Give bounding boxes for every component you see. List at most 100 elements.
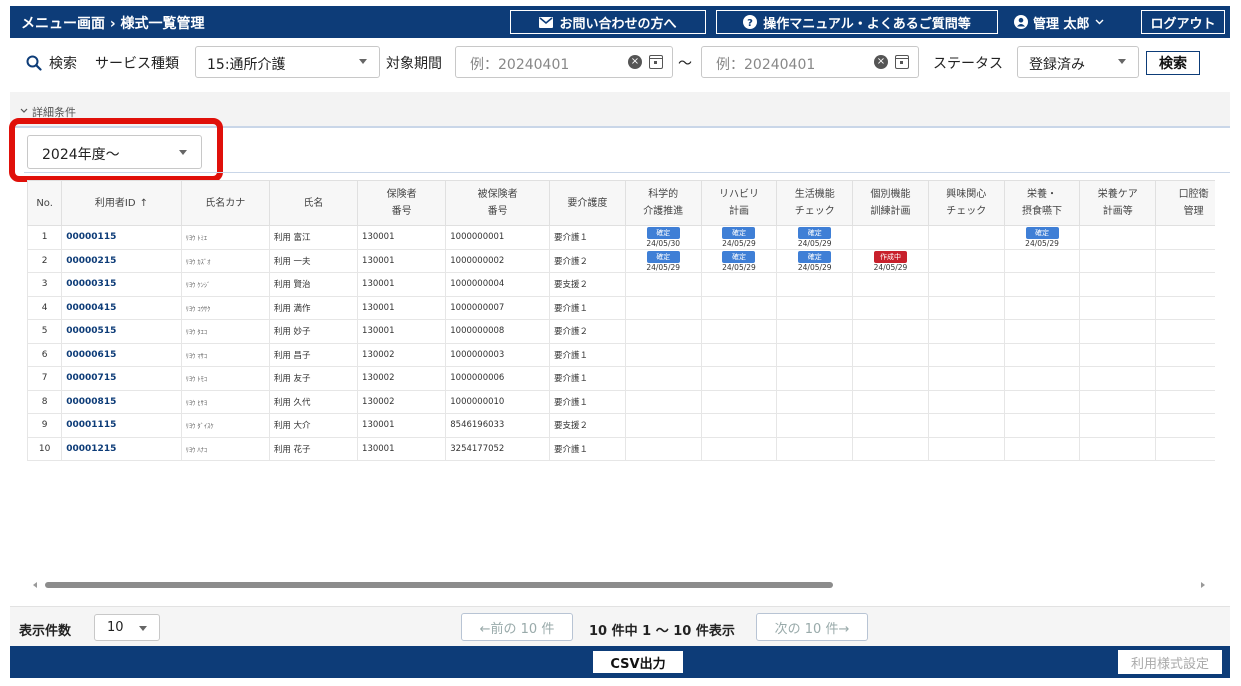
breadcrumb[interactable]: メニュー画面 › 様式一覧管理	[21, 13, 205, 33]
user-menu[interactable]: 管理 太郎	[1014, 10, 1104, 34]
date-to-input[interactable]: 例：20240401 ×	[701, 46, 919, 78]
cell-user-id-link[interactable]: 00000415	[61, 295, 182, 320]
service-type-select[interactable]: 15:通所介護	[195, 46, 380, 78]
cell-oral-care	[1155, 366, 1215, 391]
table-row[interactable]: 8 00000815 ﾘﾖｳ ﾋｻﾖ 利用 久代 130002 1000000010 要介護…	[27, 389, 1215, 414]
cell-insurer-number: 130001	[357, 319, 447, 344]
col-header-name: 氏名	[268, 180, 359, 226]
cell-oral-care	[1155, 389, 1215, 414]
cell-user-id-link[interactable]: 00000815	[61, 389, 182, 414]
cell-user-id-link[interactable]: 00000115	[61, 225, 182, 250]
cell-care-level: 要介護１	[549, 342, 626, 367]
status-badge[interactable]: 確定	[798, 227, 832, 240]
prev-page-button[interactable]: ←前の 10 件	[461, 613, 573, 641]
cell-insured-number: 1000000010	[445, 389, 551, 414]
cell-nutrition-swallow: 確定 24/05/29	[1003, 225, 1081, 250]
table-row[interactable]: 4 00000415 ﾘﾖｳ ｺｳｻｸ 利用 満作 130001 1000000007 要介…	[27, 295, 1215, 320]
clear-icon[interactable]: ×	[628, 55, 642, 69]
contact-button[interactable]: お問い合わせの方へ	[510, 10, 706, 34]
cell-user-id-link[interactable]: 00000615	[61, 342, 182, 367]
cell-nutrition-care	[1079, 389, 1157, 414]
cell-nutrition-swallow	[1003, 319, 1081, 344]
cell-name: 利用 満作	[268, 295, 359, 320]
cell-name: 利用 友子	[268, 366, 359, 391]
chevron-down-icon	[20, 108, 28, 113]
pagination-bar: 表示件数 10 ←前の 10 件 10 件中 1 ～ 10 件表示 次の 10 …	[10, 606, 1230, 646]
clear-icon[interactable]: ×	[874, 55, 888, 69]
period-tilde: ～	[678, 56, 692, 72]
cell-rehab-plan	[700, 342, 778, 367]
cell-care-level: 要介護１	[549, 295, 626, 320]
table-row[interactable]: 9 00001115 ﾘﾖｳ ﾀﾞｲｽｹ 利用 大介 130001 8546196033 要…	[27, 413, 1215, 438]
scrollbar-thumb[interactable]	[45, 582, 833, 588]
calendar-icon[interactable]	[649, 55, 663, 69]
cell-oral-care	[1155, 248, 1215, 273]
col-header-user-id[interactable]: 利用者ID ↑	[61, 180, 182, 226]
cell-kana: ﾘﾖｳ ﾋｻﾖ	[180, 389, 270, 414]
manual-label: 操作マニュアル・よくあるご質問等	[763, 16, 971, 32]
table-row[interactable]: 3 00000315 ﾘﾖｳ ｹﾝｼﾞ 利用 賢治 130001 1000000004 要支…	[27, 272, 1215, 297]
cell-nutrition-care	[1079, 272, 1157, 297]
csv-export-button[interactable]: CSV出力	[592, 650, 684, 674]
cell-name: 利用 花子	[268, 436, 359, 461]
col-header-insurer: 保険者 番号	[357, 180, 447, 226]
status-badge[interactable]: 確定	[798, 250, 832, 263]
cell-care-level: 要介護１	[549, 389, 626, 414]
scroll-right-icon[interactable]	[1201, 582, 1205, 588]
forms-table-container[interactable]: No. 利用者ID ↑ 氏名カナ 氏名 保険者 番号 被保険者 番号 要介護度 科…	[27, 180, 1215, 576]
user-name: 管理 太郎	[1033, 16, 1090, 32]
scroll-left-icon[interactable]	[33, 582, 37, 588]
horizontal-scrollbar[interactable]	[27, 578, 1215, 592]
cell-user-id-link[interactable]: 00000315	[61, 272, 182, 297]
status-badge[interactable]: 確定	[722, 250, 756, 263]
table-row[interactable]: 1 00000115 ﾘﾖｳ ﾄﾐｴ 利用 富江 130001 1000000001 要介護…	[27, 225, 1215, 250]
table-row[interactable]: 5 00000515 ﾘﾖｳ ﾀｴｺ 利用 妙子 130001 1000000008 要介護…	[27, 319, 1215, 344]
status-badge[interactable]: 確定	[646, 227, 680, 240]
table-header-row: No. 利用者ID ↑ 氏名カナ 氏名 保険者 番号 被保険者 番号 要介護度 科…	[27, 180, 1215, 226]
divider	[24, 172, 1230, 173]
cell-life-check	[776, 366, 854, 391]
manual-button[interactable]: ? 操作マニュアル・よくあるご質問等	[716, 10, 998, 34]
cell-user-id-link[interactable]: 00000715	[61, 366, 182, 391]
table-row[interactable]: 7 00000715 ﾘﾖｳ ﾄﾓｺ 利用 友子 130002 1000000006 要介護…	[27, 366, 1215, 391]
cell-rehab-plan	[700, 413, 778, 438]
logout-button[interactable]: ログアウト	[1141, 10, 1225, 34]
cell-life-check	[776, 272, 854, 297]
cell-no: 4	[27, 295, 63, 320]
table-row[interactable]: 2 00000215 ﾘﾖｳ ｶｽﾞｵ 利用 一夫 130001 1000000002 要介…	[27, 248, 1215, 273]
cell-oral-care	[1155, 342, 1215, 367]
cell-nutrition-swallow	[1003, 366, 1081, 391]
col-header-individual-training: 個別機能 訓練計画	[852, 180, 929, 226]
cell-kana: ﾘﾖｳ ﾊﾅｺ	[180, 436, 270, 461]
status-badge[interactable]: 確定	[1025, 227, 1059, 240]
status-badge[interactable]: 確定	[646, 250, 680, 263]
cell-name: 利用 久代	[268, 389, 359, 414]
status-select[interactable]: 登録済み	[1017, 46, 1139, 78]
form-settings-button[interactable]: 利用様式設定	[1118, 650, 1222, 674]
cell-rehab-plan	[700, 295, 778, 320]
table-row[interactable]: 10 00001215 ﾘﾖｳ ﾊﾅｺ 利用 花子 130001 3254177052 要介…	[27, 436, 1215, 461]
cell-user-id-link[interactable]: 00000515	[61, 319, 182, 344]
cell-insured-number: 1000000008	[445, 319, 551, 344]
status-badge[interactable]: 作成中	[873, 250, 907, 263]
cell-rehab-plan	[700, 319, 778, 344]
search-button[interactable]: 検索	[1146, 51, 1200, 75]
cell-user-id-link[interactable]: 00001115	[61, 413, 182, 438]
cell-life-check	[776, 342, 854, 367]
status-date: 24/05/29	[722, 239, 756, 249]
next-page-button[interactable]: 次の 10 件→	[756, 613, 868, 641]
col-header-nutrition-care: 栄養ケア 計画等	[1079, 180, 1157, 226]
cell-user-id-link[interactable]: 00001215	[61, 436, 182, 461]
chevron-down-icon	[359, 59, 367, 64]
cell-science-care	[624, 413, 702, 438]
table-row[interactable]: 6 00000615 ﾘﾖｳ ﾏｻｺ 利用 昌子 130002 1000000003 要介護…	[27, 342, 1215, 367]
cell-rehab-plan	[700, 389, 778, 414]
calendar-icon[interactable]	[895, 55, 909, 69]
display-count-select[interactable]: 10	[94, 614, 160, 641]
search-label: 検索	[49, 56, 77, 72]
date-from-input[interactable]: 例：20240401 ×	[455, 46, 673, 78]
cell-user-id-link[interactable]: 00000215	[61, 248, 182, 273]
cell-kana: ﾘﾖｳ ｹﾝｼﾞ	[180, 272, 270, 297]
cell-science-care	[624, 272, 702, 297]
status-badge[interactable]: 確定	[722, 227, 756, 240]
